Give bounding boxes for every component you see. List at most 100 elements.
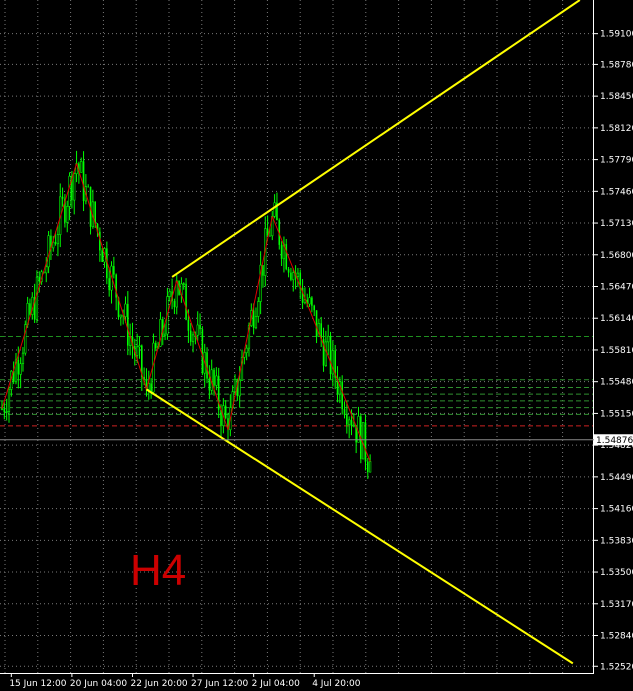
current-price-label: 1.54876 (596, 436, 633, 446)
candle-body (173, 301, 176, 308)
candle-body (245, 347, 248, 354)
time-tick-label: 2 Jul 04:00 (252, 679, 301, 689)
candle-body (287, 269, 290, 273)
candle-body (182, 283, 185, 285)
price-tick-label: 1.55480 (600, 378, 633, 388)
candle-body (362, 422, 365, 460)
candle-body (5, 411, 8, 413)
candle-body (187, 319, 190, 331)
candle-body (290, 272, 292, 280)
candle-body (68, 175, 71, 207)
candle-body (201, 329, 204, 374)
price-tick-label: 1.59100 (600, 30, 633, 40)
candle-body (327, 335, 330, 343)
candle-body (364, 422, 367, 462)
candle-body (21, 352, 25, 365)
candle-body (87, 186, 90, 188)
candle-body (3, 408, 6, 413)
price-tick-label: 1.58450 (600, 92, 633, 102)
candle-body (19, 363, 22, 375)
candle-body (175, 280, 178, 308)
candle-body (29, 303, 31, 315)
candle-body (280, 244, 283, 259)
candle-body (61, 196, 64, 199)
candle-body (324, 341, 327, 366)
candle-body (154, 343, 157, 349)
candle-body (54, 242, 57, 244)
time-tick-label: 15 Jun 12:00 (9, 679, 66, 689)
candle-body (296, 272, 300, 277)
candle-body (66, 206, 69, 223)
candle-body (367, 461, 369, 473)
candle-body (189, 330, 192, 342)
price-tick-label: 1.57460 (600, 187, 633, 197)
candle-body (7, 389, 11, 412)
candle-body (80, 161, 83, 173)
candle-body (292, 272, 295, 281)
price-tick-label: 1.58780 (600, 60, 633, 70)
candle-body (348, 419, 351, 425)
candle-body (357, 416, 360, 443)
price-tick-label: 1.55810 (600, 346, 633, 356)
candle-body (257, 301, 260, 317)
price-tick-label: 1.57790 (600, 156, 633, 166)
candle-body (329, 336, 332, 374)
price-tick-label: 1.54160 (600, 505, 633, 515)
candle-body (313, 305, 316, 311)
candle-body (254, 316, 258, 329)
candle-body (73, 173, 76, 201)
time-tick-label: 22 Jun 20:00 (130, 679, 187, 689)
price-tick-label: 1.54490 (600, 473, 633, 483)
candle-body (47, 235, 50, 268)
candle-body (185, 283, 187, 320)
price-tick-label: 1.55150 (600, 409, 633, 419)
candle-body (168, 291, 171, 297)
candle-body (108, 278, 110, 291)
price-tick-label: 1.53830 (600, 536, 633, 546)
timeframe-label: H4 (130, 546, 186, 595)
candle-body (0, 408, 4, 410)
candle-body (311, 297, 313, 306)
candle-body (199, 324, 201, 330)
price-tick-label: 1.53500 (600, 568, 633, 578)
candle-body (215, 375, 218, 386)
candle-body (38, 277, 41, 282)
candle-body (238, 379, 241, 397)
candle-body (136, 346, 139, 356)
price-tick-label: 1.56140 (600, 314, 633, 324)
candle-body (224, 405, 227, 419)
candle-body (208, 378, 211, 391)
candle-body (138, 345, 141, 348)
price-tick-label: 1.53170 (600, 600, 633, 610)
time-tick-label: 4 Jul 20:00 (312, 679, 361, 689)
candle-body (262, 265, 264, 276)
price-tick-label: 1.56800 (600, 251, 633, 261)
time-tick-label: 20 Jun 04:00 (70, 679, 127, 689)
candle-body (252, 310, 255, 328)
candle-body (124, 303, 127, 317)
time-tick-label: 27 Jun 12:00 (191, 679, 248, 689)
candle-body (346, 414, 348, 425)
candle-body (196, 324, 199, 336)
candle-body (315, 310, 318, 337)
candle-body (127, 304, 129, 346)
candle-body (45, 266, 48, 274)
chart-background (0, 0, 633, 691)
candle-body (164, 333, 167, 336)
candle-body (101, 250, 103, 263)
candle-body (343, 409, 346, 415)
candle-body (119, 314, 122, 318)
price-tick-label: 1.52840 (600, 632, 633, 642)
candle-body (269, 235, 271, 237)
price-tick-label: 1.52520 (600, 662, 633, 672)
candle-body (350, 419, 353, 427)
candle-body (308, 297, 311, 305)
price-chart[interactable]: 1.59100 1.58780 1.58450 1.58120 1.57790 1.574… (0, 0, 633, 691)
candle-body (285, 244, 288, 270)
candle-body (35, 276, 39, 320)
candle-body (206, 352, 208, 379)
candle-body (233, 378, 237, 392)
candle-body (191, 334, 195, 343)
candle-body (113, 266, 115, 275)
candle-body (213, 369, 215, 386)
